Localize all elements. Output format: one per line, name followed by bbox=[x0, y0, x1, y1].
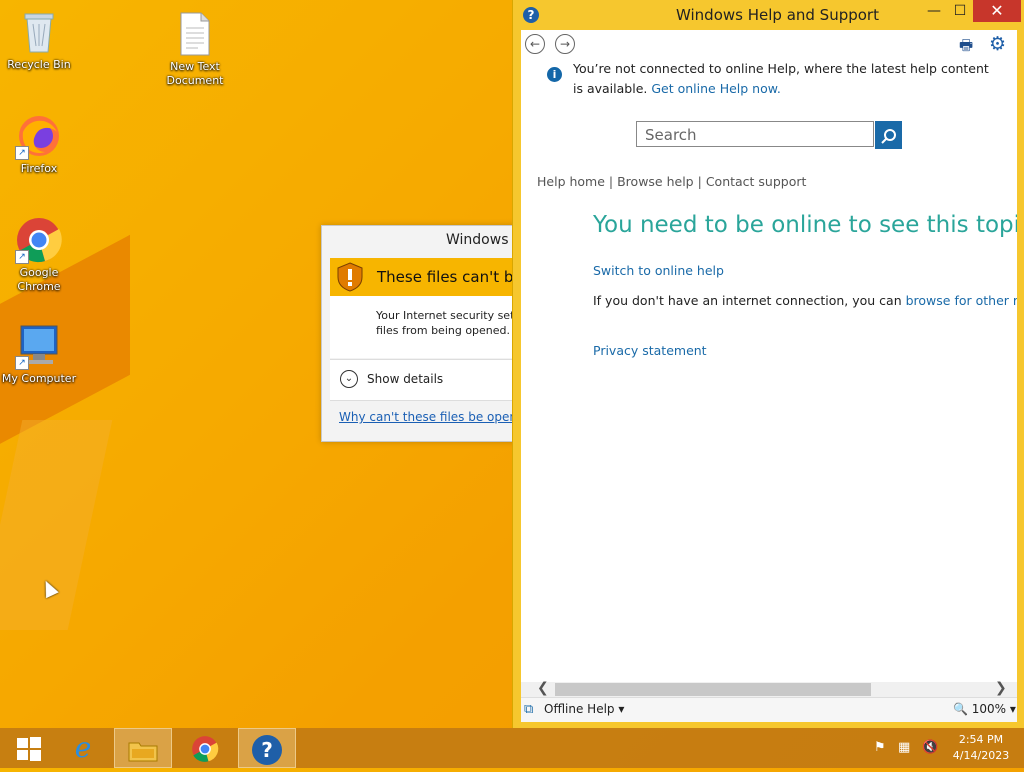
desktop-icon-recycle-bin[interactable]: Recycle Bin bbox=[0, 8, 78, 72]
info-icon: i bbox=[547, 67, 562, 82]
chrome-icon bbox=[192, 735, 219, 762]
security-warning-dialog: Windows S These files can't be o Your In… bbox=[321, 225, 523, 442]
horizontal-scrollbar[interactable]: ❮ ❯ bbox=[521, 680, 1017, 697]
computer-icon: ↗ bbox=[15, 322, 63, 370]
desktop-icon-label: My Computer bbox=[1, 372, 77, 385]
scroll-right-icon[interactable]: ❯ bbox=[995, 680, 1007, 696]
shortcut-arrow-icon: ↗ bbox=[15, 356, 29, 370]
warning-bar: These files can't be o bbox=[330, 258, 523, 296]
start-icon bbox=[17, 736, 41, 761]
help-content: ← → 🖶 ⚙ i You’re not connected to online… bbox=[521, 30, 1017, 688]
chrome-taskbar-button[interactable] bbox=[176, 728, 234, 768]
text-document-icon bbox=[171, 10, 219, 58]
help-home-link[interactable]: Help home bbox=[537, 174, 605, 189]
offline-help-dropdown[interactable]: Offline Help ▾ bbox=[544, 702, 624, 716]
print-icon[interactable]: 🖶 bbox=[959, 35, 977, 54]
taskbar: e ? ⚑ ▦ 🔇 2:54 PM 4/14/2023 bbox=[0, 728, 1024, 768]
offline-text: If you don't have an internet connection… bbox=[593, 293, 902, 308]
close-button[interactable]: ✕ bbox=[973, 0, 1021, 22]
dialog-body: Your Internet security sett files from b… bbox=[330, 296, 522, 358]
wallpaper-shape bbox=[0, 420, 113, 630]
search-button[interactable] bbox=[875, 121, 902, 149]
help-icon: ? bbox=[252, 734, 282, 765]
clock-date: 4/14/2023 bbox=[952, 749, 1010, 762]
switch-to-online-link[interactable]: Switch to online help bbox=[593, 263, 724, 278]
breadcrumb: Help home | Browse help | Contact suppor… bbox=[537, 174, 807, 189]
warning-message: These files can't be o bbox=[377, 268, 523, 286]
shield-warning-icon bbox=[336, 262, 364, 296]
start-button[interactable] bbox=[0, 728, 58, 768]
body-line: Your Internet security sett bbox=[376, 309, 519, 322]
body-line: files from being opened. bbox=[376, 324, 511, 337]
action-center-flag-icon[interactable]: ⚑ bbox=[874, 740, 886, 755]
forward-button[interactable]: → bbox=[555, 34, 575, 54]
chevron-down-icon: ⌄ bbox=[340, 370, 358, 388]
network-icon[interactable]: ▦ bbox=[898, 740, 910, 755]
search-input[interactable]: Search bbox=[636, 121, 874, 147]
clock-time: 2:54 PM bbox=[958, 733, 1004, 746]
scroll-thumb[interactable] bbox=[555, 683, 871, 696]
volume-muted-icon[interactable]: 🔇 bbox=[922, 740, 938, 755]
shortcut-arrow-icon: ↗ bbox=[15, 146, 29, 160]
chrome-icon: ↗ bbox=[15, 216, 63, 264]
offline-paragraph: If you don't have an internet connection… bbox=[593, 293, 1017, 308]
maximize-button[interactable]: ☐ bbox=[949, 0, 971, 22]
help-taskbar-button[interactable]: ? bbox=[238, 728, 296, 768]
show-details-label: Show details bbox=[367, 372, 444, 386]
desktop-icon-firefox[interactable]: ↗ Firefox bbox=[0, 112, 78, 176]
clock[interactable]: 2:54 PM 4/14/2023 bbox=[948, 732, 1014, 764]
offline-notice: You’re not connected to online Help, whe… bbox=[573, 59, 993, 99]
internet-explorer-button[interactable]: e bbox=[54, 728, 112, 768]
zoom-control[interactable]: 🔍 100% ▾ bbox=[953, 702, 1016, 716]
desktop-icon-my-computer[interactable]: ↗ My Computer bbox=[0, 322, 78, 386]
recycle-bin-icon bbox=[15, 8, 63, 56]
status-bar: ⧉ Offline Help ▾ 🔍 100% ▾ bbox=[521, 697, 1017, 722]
help-window: ? Windows Help and Support — ☐ ✕ ← → 🖶 ⚙… bbox=[512, 0, 1024, 728]
shortcut-arrow-icon: ↗ bbox=[15, 250, 29, 264]
window-title: Windows Help and Support bbox=[676, 6, 879, 24]
firefox-icon: ↗ bbox=[15, 112, 63, 160]
file-explorer-button[interactable] bbox=[114, 728, 172, 768]
back-button[interactable]: ← bbox=[525, 34, 545, 54]
dialog-title: Windows S bbox=[446, 232, 522, 248]
browse-help-link[interactable]: Browse help bbox=[617, 174, 694, 189]
contact-support-link[interactable]: Contact support bbox=[706, 174, 807, 189]
search-icon bbox=[880, 128, 896, 144]
gear-icon[interactable]: ⚙ bbox=[989, 33, 1006, 55]
why-blocked-link[interactable]: Why can't these files be opened? bbox=[339, 410, 522, 424]
show-details-button[interactable]: ⌄ Show details bbox=[330, 359, 522, 401]
page-title: You need to be online to see this topic bbox=[593, 212, 1017, 238]
notice-text: You’re not connected to online Help, whe… bbox=[573, 61, 989, 96]
desktop-icon-new-text-document[interactable]: New Text Document bbox=[156, 10, 234, 88]
browse-related-link[interactable]: browse for other related bbox=[906, 293, 1017, 308]
privacy-statement-link[interactable]: Privacy statement bbox=[593, 343, 707, 358]
internet-explorer-icon: e bbox=[74, 731, 92, 764]
scroll-left-icon[interactable]: ❮ bbox=[537, 680, 549, 696]
desktop-icon-label: Recycle Bin bbox=[7, 58, 71, 71]
file-explorer-icon bbox=[128, 742, 158, 761]
desktop-icon-label: Google Chrome bbox=[17, 266, 61, 293]
offline-help-icon: ⧉ bbox=[524, 702, 534, 717]
desktop-icon-label: New Text Document bbox=[166, 60, 224, 87]
help-app-icon: ? bbox=[523, 7, 539, 23]
desktop-icon-label: Firefox bbox=[20, 162, 58, 175]
minimize-button[interactable]: — bbox=[923, 0, 945, 22]
get-online-help-link[interactable]: Get online Help now. bbox=[651, 81, 780, 96]
desktop-icon-google-chrome[interactable]: ↗ Google Chrome bbox=[0, 216, 78, 294]
